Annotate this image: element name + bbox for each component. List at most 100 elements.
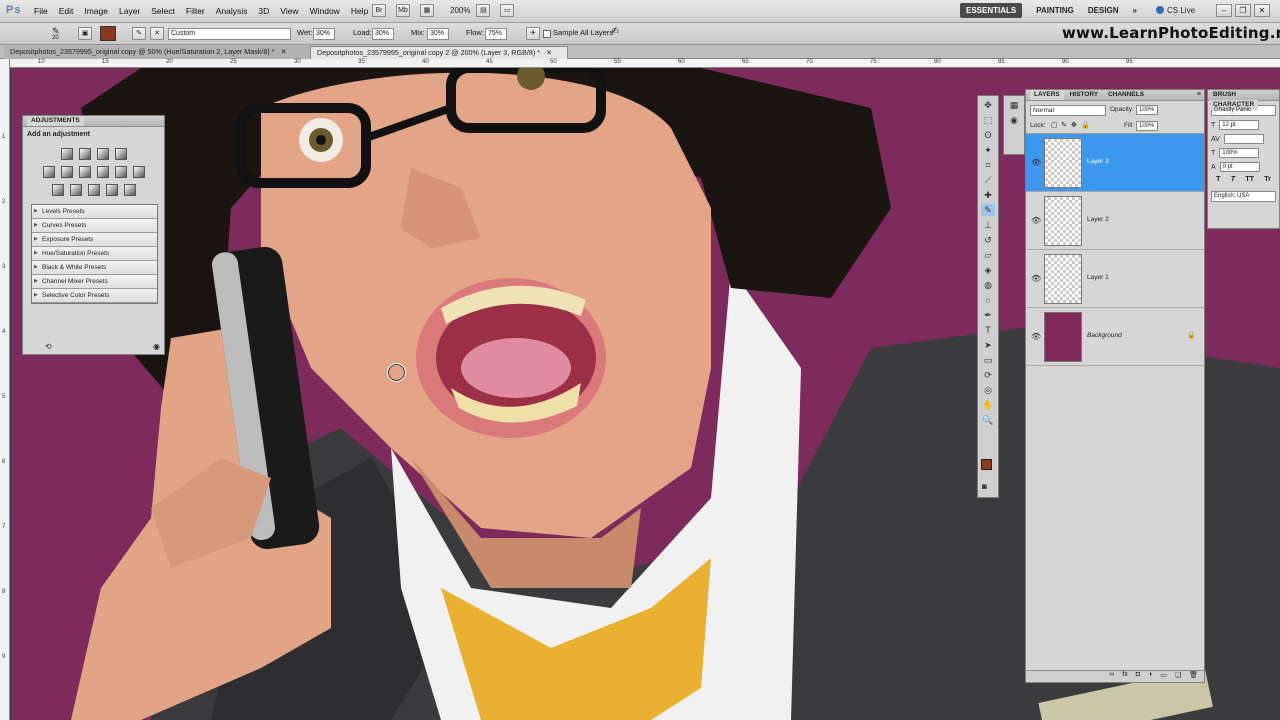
flow-input[interactable]: 75% [485,28,507,40]
faux-bold-button[interactable]: T [1216,176,1220,183]
menu-image[interactable]: Image [84,6,108,16]
photo-filter-icon[interactable] [114,166,127,178]
mixer-brush-tool-icon[interactable]: ✎ [981,204,995,216]
brightness-contrast-icon[interactable] [60,148,73,160]
more-workspaces-icon[interactable]: » [1133,6,1137,15]
minimize-button[interactable]: – [1216,4,1232,17]
mini-bridge-icon[interactable]: Mb [396,4,410,17]
preset-selective-color[interactable]: Selective Color Presets [32,289,157,303]
invert-icon[interactable] [51,184,64,196]
exposure-icon[interactable] [114,148,127,160]
preset-black-white[interactable]: Black & White Presets [32,261,157,275]
menu-layer[interactable]: Layer [119,6,140,16]
tab-channels[interactable]: CHANNELS [1104,90,1148,100]
preset-hue-saturation[interactable]: Hue/Saturation Presets [32,247,157,261]
arrange-documents-icon[interactable]: ▤ [476,4,491,17]
curves-icon[interactable] [96,148,109,160]
language-select[interactable]: English: USA [1211,191,1276,202]
baseline-input[interactable]: 0 pt [1219,162,1260,172]
menu-view[interactable]: View [280,6,298,16]
mix-preset-select[interactable]: Custom [168,28,291,40]
menu-help[interactable]: Help [351,6,368,16]
menu-filter[interactable]: Filter [186,6,205,16]
dodge-tool-icon[interactable]: ○ [981,294,995,306]
screen-mode-icon[interactable]: ▭ [500,4,515,17]
threshold-icon[interactable] [87,184,100,196]
wet-input[interactable]: 30% [313,28,335,40]
close-button[interactable]: ✕ [1254,4,1270,17]
eye-icon[interactable]: 👁 [1031,158,1041,167]
tab-adjustments[interactable]: ADJUSTMENTS [27,116,84,126]
channel-mixer-icon[interactable] [132,166,145,178]
eraser-tool-icon[interactable]: ▱ [981,249,995,261]
opacity-input[interactable]: 100% [1136,105,1158,115]
move-tool-icon[interactable]: ✥ [981,99,995,111]
gradient-map-icon[interactable] [105,184,118,196]
document-tab-1[interactable]: Depositphotos_23579995_original copy @ 5… [4,46,310,59]
preset-levels[interactable]: Levels Presets [32,205,157,219]
menu-analysis[interactable]: Analysis [216,6,248,16]
menu-edit[interactable]: Edit [59,6,74,16]
paint-bucket-tool-icon[interactable]: ◈ [981,264,995,276]
eyedropper-tool-icon[interactable]: ⟋ [981,174,995,186]
current-brush-load-swatch[interactable] [100,26,116,41]
layer-row[interactable]: 👁 Background 🔒 [1026,308,1204,366]
faux-italic-button[interactable]: T [1231,176,1235,183]
layer-row[interactable]: 👁 Layer 3 [1026,134,1204,192]
workspace-design[interactable]: DESIGN [1088,6,1119,15]
sample-all-layers-checkbox[interactable] [543,30,551,38]
eye-icon[interactable]: 👁 [1031,274,1041,283]
menu-3d[interactable]: 3D [258,6,269,16]
color-balance-icon[interactable] [78,166,91,178]
trash-icon[interactable]: 🗑 [1189,671,1198,682]
type-tool-icon[interactable]: T [981,324,995,336]
foreground-color-swatch[interactable] [981,459,992,470]
hand-tool-icon[interactable]: ✋ [981,399,995,411]
pressure-icon[interactable]: ✍ [611,26,619,37]
font-family-select[interactable]: Ghastly Panic [1211,105,1276,116]
posterize-icon[interactable] [69,184,82,196]
link-layers-icon[interactable]: ∞ [1109,671,1114,682]
hue-saturation-icon[interactable] [60,166,73,178]
add-mask-icon[interactable]: ◘ [1136,671,1140,682]
zoom-tool-icon[interactable]: 🔍 [981,414,995,426]
lock-all-icon[interactable]: 🔒 [1081,121,1090,129]
tab-layers[interactable]: LAYERS [1030,90,1064,100]
clean-brush-icon[interactable]: ✕ [150,27,164,40]
return-to-list-icon[interactable]: ⟲ [45,342,52,351]
lock-position-icon[interactable]: ✥ [1071,121,1077,129]
layer-row[interactable]: 👁 Layer 2 [1026,192,1204,250]
load-input[interactable]: 30% [372,28,394,40]
lock-pixels-icon[interactable]: ✎ [1061,121,1067,129]
selective-color-icon[interactable] [123,184,136,196]
levels-icon[interactable] [78,148,91,160]
workspace-painting[interactable]: PAINTING [1036,6,1074,15]
crop-tool-icon[interactable]: ⌗ [981,159,995,171]
view-extras-icon[interactable]: ▦ [420,4,434,17]
small-caps-button[interactable]: Tr [1264,176,1271,183]
new-layer-icon[interactable]: ❏ [1175,671,1181,682]
eye-icon[interactable]: 👁 [1031,216,1041,225]
panel-menu-icon[interactable]: ≡ [1197,90,1201,100]
document-tab-2[interactable]: Depositphotos_23579995_original copy 2 @… [310,46,568,59]
new-adjustment-icon[interactable]: ◑ [1148,671,1152,682]
preset-channel-mixer[interactable]: Channel Mixer Presets [32,275,157,289]
marquee-tool-icon[interactable]: ⬚ [981,114,995,126]
history-brush-tool-icon[interactable]: ↺ [981,234,995,246]
quick-mask-icon[interactable]: ◙ [982,482,987,491]
restore-button[interactable]: ❐ [1235,4,1251,17]
preset-curves[interactable]: Curves Presets [32,219,157,233]
vertical-scale-input[interactable]: 100% [1219,148,1260,158]
all-caps-button[interactable]: TT [1245,176,1254,183]
workspace-essentials[interactable]: ESSENTIALS [960,3,1023,18]
new-group-icon[interactable]: ▭ [1160,671,1167,682]
airbrush-icon[interactable]: ✈ [526,27,540,40]
black-white-icon[interactable] [96,166,109,178]
blend-mode-select[interactable]: Normal [1030,105,1106,116]
ruler-vertical[interactable]: 1 2 3 4 5 6 7 8 9 [0,59,10,720]
clip-layer-icon[interactable]: ◉ [153,342,160,351]
layer-style-icon[interactable]: fx [1122,671,1127,682]
blur-tool-icon[interactable]: ◍ [981,279,995,291]
tab-history[interactable]: HISTORY [1066,90,1103,100]
clone-stamp-tool-icon[interactable]: ⊥ [981,219,995,231]
